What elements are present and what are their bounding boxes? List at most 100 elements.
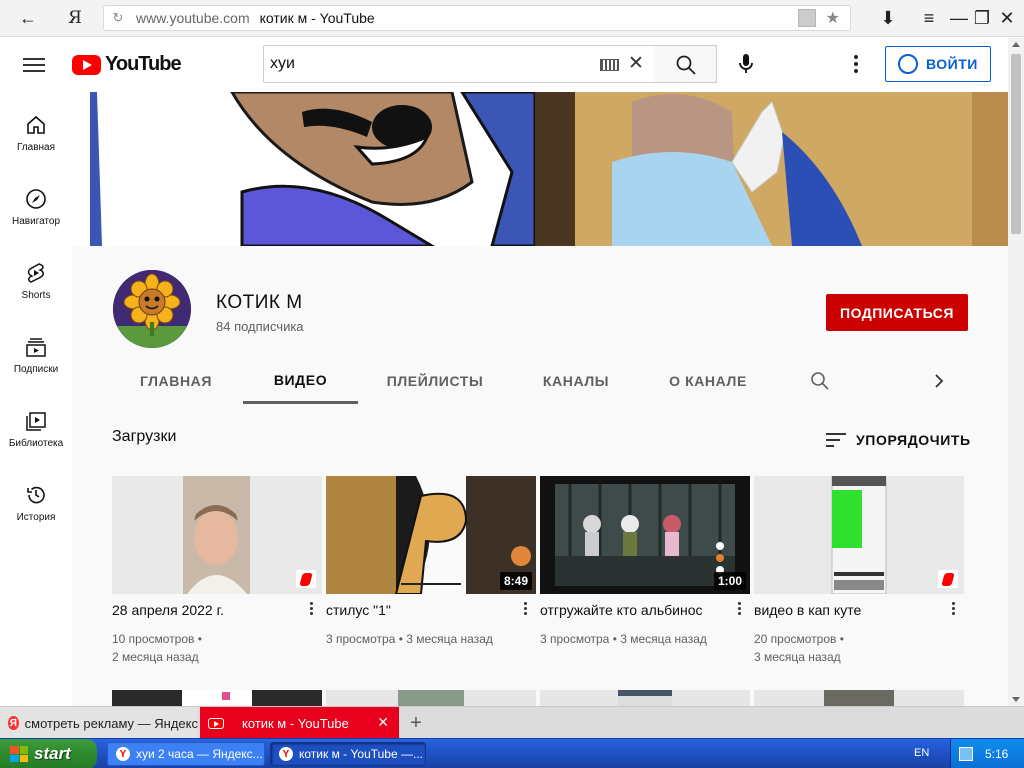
sidebar-item-label: Подписки (13, 364, 59, 375)
video-more-icon[interactable] (308, 602, 314, 620)
back-button[interactable]: ← (10, 0, 46, 36)
hamburger-menu-icon[interactable] (23, 54, 45, 76)
sidebar-item-label: Библиотека (8, 438, 64, 449)
close-window-icon[interactable]: ✕ (995, 0, 1019, 36)
sort-icon (826, 429, 846, 451)
taskbar-window-label: хуи 2 часа — Яндекс... (136, 747, 263, 761)
sidebar-item-home[interactable]: Главная (0, 92, 72, 162)
channel-search-icon[interactable] (810, 371, 830, 391)
sign-in-button[interactable]: ВОЙТИ (885, 46, 991, 82)
browser-tab-label: котик м - YouTube (242, 715, 349, 731)
library-icon (26, 412, 46, 431)
video-title[interactable]: стилус "1" (326, 602, 516, 618)
new-tab-button[interactable]: + (404, 711, 428, 735)
sidebar-item-subscriptions[interactable]: Подписки (0, 314, 72, 384)
search-button[interactable] (654, 45, 717, 83)
taskbar-window-button-active[interactable]: Y котик м - YouTube —... (270, 742, 426, 766)
tab-about[interactable]: О КАНАЛЕ (662, 358, 754, 404)
video-more-icon[interactable] (522, 602, 528, 620)
video-meta: 20 просмотров • 3 месяца назад (754, 630, 954, 666)
address-bar[interactable]: ↻ www.youtube.com котик м - YouTube ★ (103, 5, 851, 31)
youtube-play-icon (72, 54, 101, 75)
tab-home[interactable]: ГЛАВНАЯ (130, 358, 222, 404)
tab-playlists[interactable]: ПЛЕЙЛИСТЫ (378, 358, 492, 404)
video-card[interactable]: видео в кап куте 20 просмотров • 3 месяц… (754, 476, 964, 676)
home-icon (27, 115, 45, 134)
minimize-window-icon[interactable]: — (948, 0, 970, 36)
sidebar-item-label: Главная (16, 142, 56, 153)
youtube-logo-text: YouTube (105, 53, 182, 75)
bookmark-star-icon[interactable]: ★ (826, 8, 840, 28)
clock[interactable]: 5:16 (985, 747, 1008, 761)
browser-tab[interactable]: Я смотреть рекламу — Яндекс (0, 707, 198, 739)
subscribe-button[interactable]: ПОДПИСАТЬСЯ (826, 294, 968, 331)
chevron-right-icon[interactable] (932, 371, 946, 391)
tab-channels[interactable]: КАНАЛЫ (532, 358, 620, 404)
close-tab-icon[interactable]: ✕ (377, 714, 389, 731)
compass-icon (26, 189, 46, 209)
video-title[interactable]: 28 апреля 2022 г. (112, 602, 302, 618)
microphone-icon[interactable] (735, 52, 757, 76)
video-card[interactable]: 1:00 отгружайте кто альбинос 3 просмотра… (540, 476, 750, 676)
youtube-logo[interactable]: YouTube (72, 53, 182, 76)
video-age: 3 месяца назад (754, 650, 841, 664)
scrollbar-thumb[interactable] (1011, 54, 1021, 234)
video-thumbnail-partial[interactable] (112, 690, 322, 706)
video-thumbnail-partial[interactable] (326, 690, 536, 706)
video-more-icon[interactable] (950, 602, 956, 620)
url-domain: www.youtube.com (136, 10, 250, 26)
sidebar-item-library[interactable]: Библиотека (0, 388, 72, 458)
yandex-browser-icon: Y (279, 747, 293, 761)
video-age: 2 месяца назад (112, 650, 199, 664)
video-card[interactable]: 8:49 стилус "1" 3 просмотра • 3 месяца н… (326, 476, 536, 676)
video-title[interactable]: отгружайте кто альбинос (540, 602, 730, 618)
sidebar-item-explore[interactable]: Навигатор (0, 166, 72, 236)
sidebar-item-shorts[interactable]: Shorts (0, 240, 72, 310)
windows-flag-icon (10, 746, 28, 762)
maximize-window-icon[interactable]: ❐ (971, 0, 993, 36)
yandex-logo-icon[interactable]: Я (58, 0, 92, 36)
taskbar-window-label: котик м - YouTube —... (299, 747, 423, 761)
video-thumbnail[interactable] (754, 476, 964, 594)
browser-tab-active[interactable]: котик м - YouTube ✕ (200, 707, 399, 739)
video-title[interactable]: видео в кап куте (754, 602, 944, 618)
video-thumbnail[interactable]: 1:00 (540, 476, 750, 594)
yandex-favicon-icon: Я (8, 716, 19, 730)
browser-toolbar: ← Я ↻ www.youtube.com котик м - YouTube … (0, 0, 1024, 37)
yandex-browser-icon: Y (116, 747, 130, 761)
clear-search-icon[interactable]: ✕ (628, 52, 644, 75)
shorts-badge-icon (296, 570, 316, 588)
network-icon[interactable] (959, 747, 973, 761)
page-scrollbar[interactable] (1008, 38, 1024, 706)
start-button[interactable]: start (0, 739, 97, 768)
tab-videos[interactable]: ВИДЕО (243, 358, 358, 404)
video-views: 3 просмотра • 3 месяца назад (540, 632, 707, 646)
video-more-icon[interactable] (736, 602, 742, 620)
search-icon (676, 55, 696, 75)
video-card[interactable]: 28 апреля 2022 г. 10 просмотров • 2 меся… (112, 476, 322, 676)
browser-menu-icon[interactable]: ≡ (916, 0, 942, 36)
video-thumbnail-partial[interactable] (540, 690, 750, 706)
channel-header: КОТИК М 84 подписчика ПОДПИСАТЬСЯ ГЛАВНА… (72, 246, 1008, 404)
sort-label: УПОРЯДОЧИТЬ (856, 432, 971, 448)
extension-icon[interactable] (798, 9, 816, 27)
channel-avatar[interactable] (113, 270, 191, 348)
keyboard-icon[interactable] (600, 59, 619, 71)
search-input[interactable] (270, 55, 590, 73)
shorts-badge-icon (938, 570, 958, 588)
taskbar-window-button[interactable]: Y хуи 2 часа — Яндекс... (107, 742, 265, 766)
video-thumbnail-partial[interactable] (754, 690, 964, 706)
sidebar: Главная Навигатор Shorts Подписки Библио… (0, 92, 72, 706)
download-icon[interactable]: ⬇ (876, 0, 900, 36)
video-thumbnail[interactable] (112, 476, 322, 594)
scroll-down-icon[interactable] (1012, 697, 1020, 702)
youtube-header: YouTube ✕ ВОЙТИ (0, 38, 1008, 92)
reload-icon[interactable]: ↻ (104, 10, 132, 26)
sort-button[interactable]: УПОРЯДОЧИТЬ (826, 429, 971, 451)
video-thumbnail[interactable]: 8:49 (326, 476, 536, 594)
scroll-up-icon[interactable] (1012, 42, 1020, 47)
subscriptions-icon (26, 338, 46, 357)
settings-more-icon[interactable] (848, 52, 864, 76)
language-indicator[interactable]: EN (914, 747, 929, 759)
sidebar-item-history[interactable]: История (0, 462, 72, 532)
